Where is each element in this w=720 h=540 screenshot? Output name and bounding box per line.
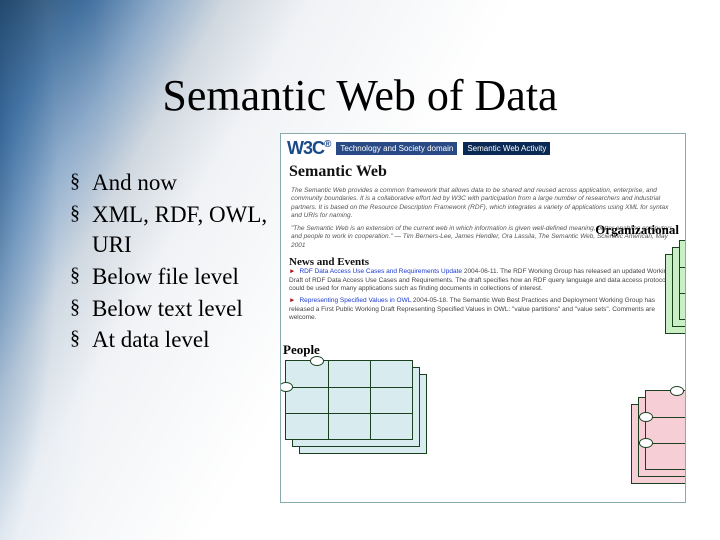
bullet-item: At data level [70, 325, 270, 355]
bullet-item: And now [70, 168, 270, 198]
news-link[interactable]: Representing Specified Values in OWL [299, 297, 411, 304]
bullet-item: Below text level [70, 294, 270, 324]
card [285, 360, 413, 440]
news-item: ► Representing Specified Values in OWL 20… [281, 297, 685, 322]
news-link[interactable]: RDF Data Access Use Cases and Requiremen… [299, 268, 462, 275]
w3c-header-row: W3C® Technology and Society domain Seman… [281, 134, 685, 161]
slide-title: Semantic Web of Data [0, 70, 720, 121]
embedded-screenshot: W3C® Technology and Society domain Seman… [280, 133, 686, 503]
news-date: 2004-05-18 [413, 297, 446, 304]
slide: Semantic Web of Data And now XML, RDF, O… [0, 0, 720, 540]
bullet-item: Below file level [70, 262, 270, 292]
news-date: 2004-06-11 [464, 268, 497, 275]
news-item: ► RDF Data Access Use Cases and Requireme… [281, 268, 685, 293]
bullet-marker-icon: ► [289, 297, 295, 304]
intro-paragraph: The Semantic Web provides a common frame… [281, 185, 685, 223]
bullet-marker-icon: ► [289, 268, 295, 275]
news-heading: News and Events [281, 252, 685, 268]
stack-label-organizational: Organizational [595, 222, 679, 238]
bullet-item: XML, RDF, OWL, URI [70, 200, 270, 260]
w3c-logo: W3C® [287, 138, 330, 159]
page-heading: Semantic Web [281, 161, 685, 185]
card [645, 390, 686, 470]
stack-label-news: News [685, 372, 686, 388]
w3c-page: W3C® Technology and Society domain Seman… [280, 133, 686, 503]
tag-semantic-web: Semantic Web Activity [463, 142, 550, 155]
bullet-list: And now XML, RDF, OWL, URI Below file le… [70, 168, 270, 357]
card [679, 240, 686, 320]
tag-tech-society: Technology and Society domain [336, 142, 457, 155]
